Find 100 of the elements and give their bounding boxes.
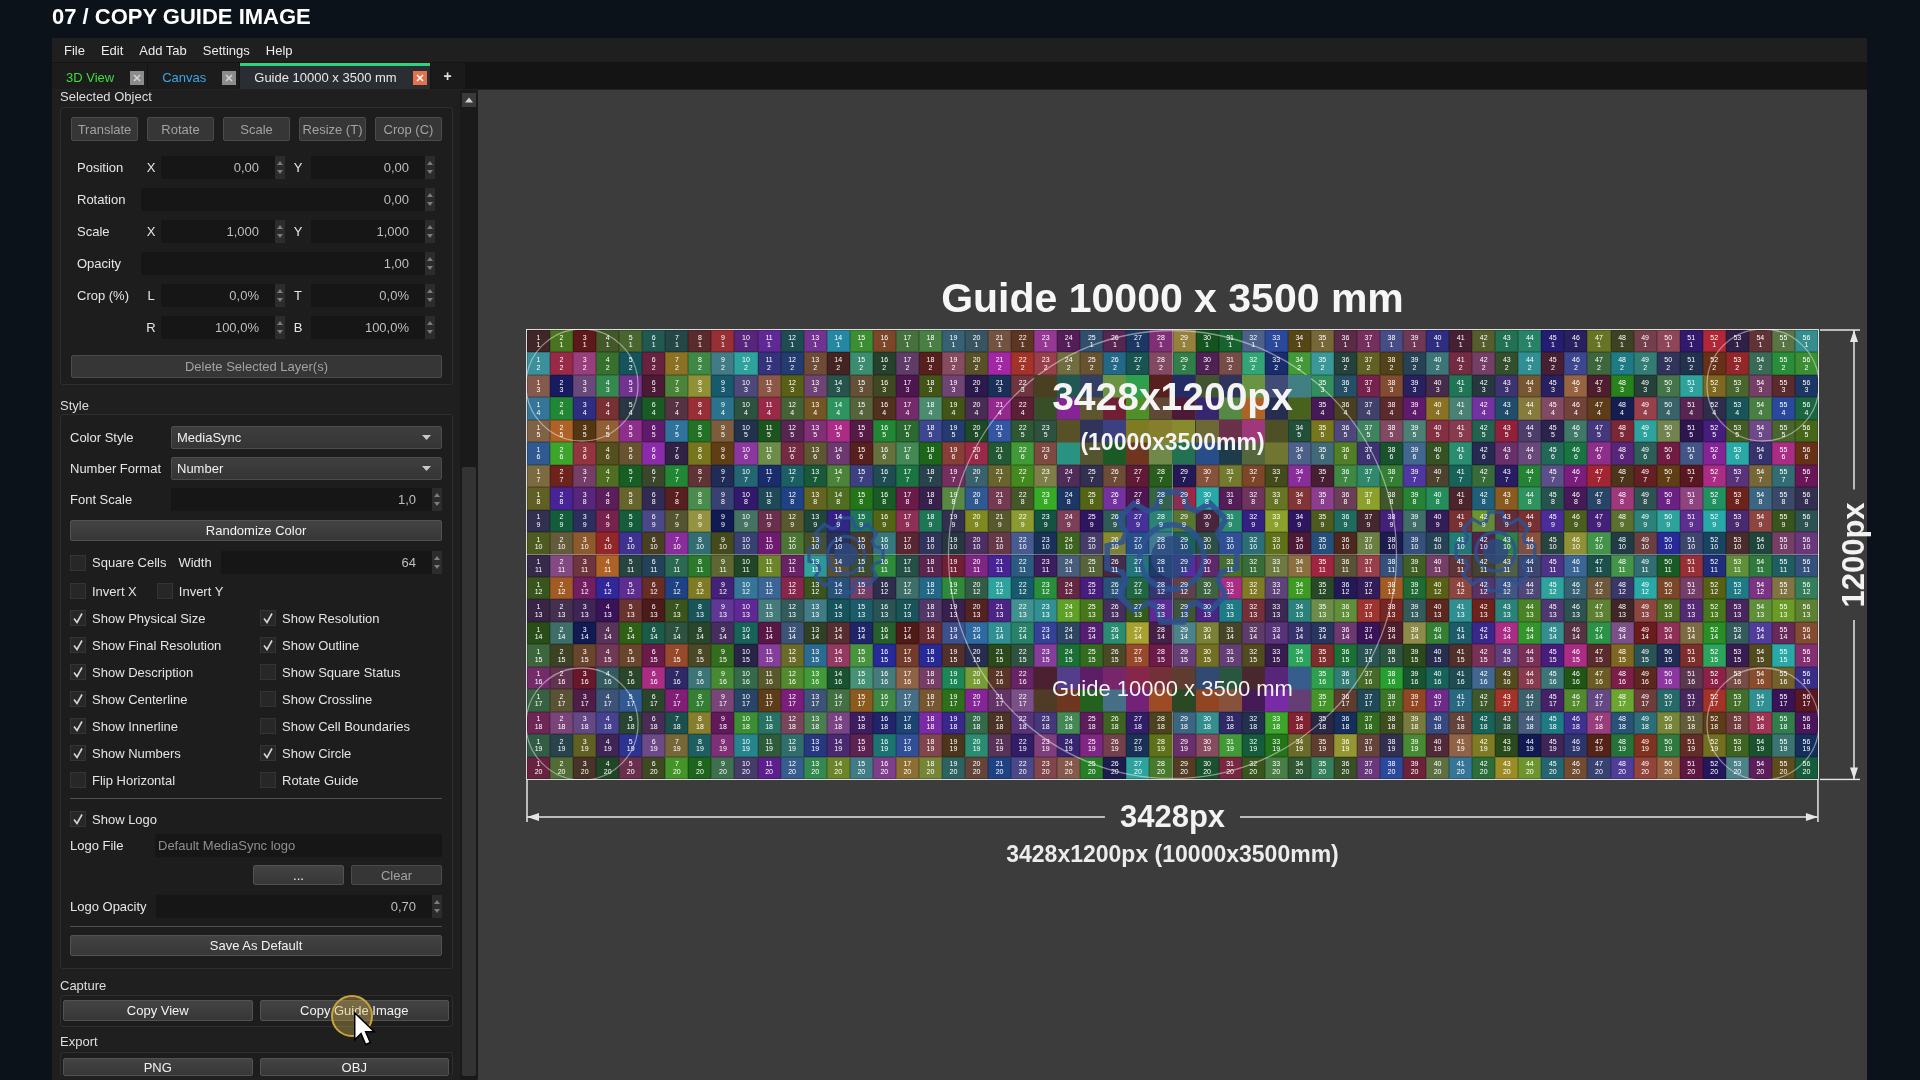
- capture-button[interactable]: Copy Guide Image: [259, 1000, 449, 1021]
- physical-size-label: (10000x3500mm): [1057, 419, 1288, 465]
- menu-item[interactable]: Help: [257, 39, 301, 61]
- number-field[interactable]: 64: [220, 551, 432, 574]
- tab[interactable]: 3D View: [52, 63, 148, 89]
- tab[interactable]: Canvas: [148, 63, 240, 89]
- spinner-icon[interactable]: [432, 895, 442, 918]
- field-label: Logo Opacity: [70, 899, 147, 914]
- description-label: Guide 10000 x 3500 mm: [1034, 666, 1311, 712]
- axis-label: T: [294, 288, 302, 303]
- checkbox[interactable]: Flip Horizontal: [70, 771, 176, 789]
- number-field[interactable]: 0,00: [311, 156, 425, 179]
- checkbox[interactable]: Show Physical Size: [70, 609, 206, 627]
- checkbox[interactable]: Show Square Status: [260, 663, 401, 681]
- spinner-icon[interactable]: [432, 488, 442, 511]
- checkbox[interactable]: Show Resolution: [260, 609, 380, 627]
- checked-box-icon[interactable]: [260, 610, 276, 626]
- number-field[interactable]: 100,0%: [161, 316, 275, 339]
- number-field[interactable]: 1,000: [161, 220, 275, 243]
- close-icon[interactable]: [222, 70, 237, 85]
- capture-button[interactable]: Copy View: [63, 1000, 253, 1021]
- height-label: 1200px: [1837, 501, 1871, 608]
- checkbox[interactable]: Show Innerline: [70, 717, 178, 735]
- axis-label: L: [147, 288, 155, 303]
- number-field[interactable]: 100,0%: [311, 316, 425, 339]
- gear-icon: [1102, 487, 1242, 627]
- checked-box-icon[interactable]: [70, 637, 86, 653]
- checkbox[interactable]: Invert X: [70, 582, 137, 600]
- close-icon[interactable]: [412, 70, 427, 85]
- scroll-thumb[interactable]: [462, 467, 476, 1076]
- menu-item[interactable]: Settings: [194, 39, 258, 61]
- checkbox[interactable]: Invert Y: [156, 582, 224, 600]
- field-label: Crop (%): [77, 288, 129, 303]
- spinner-icon[interactable]: [425, 316, 435, 339]
- caret-icon: [422, 435, 431, 440]
- randomize-button[interactable]: Randomize Color: [70, 520, 442, 541]
- checkbox[interactable]: Show Outline: [260, 636, 360, 654]
- checkbox[interactable]: Show Circle: [260, 744, 352, 762]
- number-field[interactable]: 1,00: [141, 252, 425, 275]
- browse-button[interactable]: ...: [253, 865, 344, 885]
- dropdown[interactable]: Number: [171, 457, 442, 480]
- number-field[interactable]: 0,0%: [311, 284, 425, 307]
- spinner-icon[interactable]: [432, 551, 442, 574]
- checkbox[interactable]: Show Logo: [70, 810, 158, 828]
- axis-label: B: [293, 320, 303, 335]
- page-title: 07 / COPY GUIDE IMAGE: [52, 4, 311, 30]
- checkbox[interactable]: Show Final Resolution: [70, 636, 222, 654]
- checked-box-icon[interactable]: [70, 610, 86, 626]
- spinner-icon[interactable]: [275, 316, 285, 339]
- export-button[interactable]: OBJ: [259, 1058, 449, 1076]
- checked-box-icon[interactable]: [260, 637, 276, 653]
- menu-item[interactable]: Edit: [92, 39, 132, 61]
- add-tab-button[interactable]: +: [430, 63, 465, 89]
- spinner-icon[interactable]: [275, 284, 285, 307]
- number-field[interactable]: 1,0: [171, 488, 432, 511]
- spinner-icon[interactable]: [425, 252, 435, 275]
- checkbox[interactable]: Show Description: [70, 663, 194, 681]
- number-field[interactable]: 0,00: [161, 156, 275, 179]
- axis-label: Y: [293, 224, 303, 239]
- field-label: Position: [77, 160, 124, 175]
- dropdown[interactable]: MediaSync: [171, 426, 442, 449]
- export-button[interactable]: PNG: [63, 1058, 253, 1076]
- checkbox[interactable]: Show Cell Boundaries: [260, 717, 410, 735]
- menu-item[interactable]: File: [56, 39, 93, 61]
- checked-box-icon[interactable]: [70, 664, 86, 680]
- checked-box-icon[interactable]: [70, 691, 86, 707]
- number-field[interactable]: 0,70: [156, 895, 432, 918]
- field-label: Scale: [77, 224, 110, 239]
- width-label: 3428px: [1119, 799, 1226, 835]
- checkbox[interactable]: Show Numbers: [70, 744, 181, 762]
- axis-label: R: [146, 320, 156, 335]
- spinner-icon[interactable]: [425, 220, 435, 243]
- spinner-icon[interactable]: [275, 220, 285, 243]
- spinner-icon[interactable]: [275, 156, 285, 179]
- axis-label: Y: [293, 160, 303, 175]
- field-label: Width: [178, 555, 212, 570]
- save-default-button[interactable]: Save As Default: [70, 935, 442, 956]
- section-title: Selected Object: [60, 90, 152, 103]
- number-field[interactable]: 0,00: [141, 188, 425, 211]
- spinner-icon[interactable]: [425, 156, 435, 179]
- axis-label: X: [146, 160, 156, 175]
- tab[interactable]: Guide 10000 x 3500 mm: [240, 63, 430, 89]
- checkbox[interactable]: Rotate Guide: [260, 771, 359, 789]
- checked-box-icon[interactable]: [70, 745, 86, 761]
- menu-item[interactable]: Add Tab: [131, 39, 195, 61]
- checked-box-icon[interactable]: [70, 811, 86, 827]
- text-field[interactable]: Default MediaSync logo: [155, 834, 442, 857]
- spinner-icon[interactable]: [425, 188, 435, 211]
- number-field[interactable]: 0,0%: [161, 284, 275, 307]
- gear-icon: [1453, 509, 1538, 594]
- checked-box-icon[interactable]: [70, 718, 86, 734]
- checked-box-icon[interactable]: [260, 745, 276, 761]
- scroll-up-icon[interactable]: [462, 93, 476, 107]
- number-field[interactable]: 1,000: [311, 220, 425, 243]
- gear-icon: [806, 515, 886, 595]
- checkbox[interactable]: Square Cells: [70, 553, 167, 572]
- spinner-icon[interactable]: [425, 284, 435, 307]
- close-icon[interactable]: [130, 70, 145, 85]
- checkbox[interactable]: Show Crossline: [260, 690, 373, 708]
- checkbox[interactable]: Show Centerline: [70, 690, 188, 708]
